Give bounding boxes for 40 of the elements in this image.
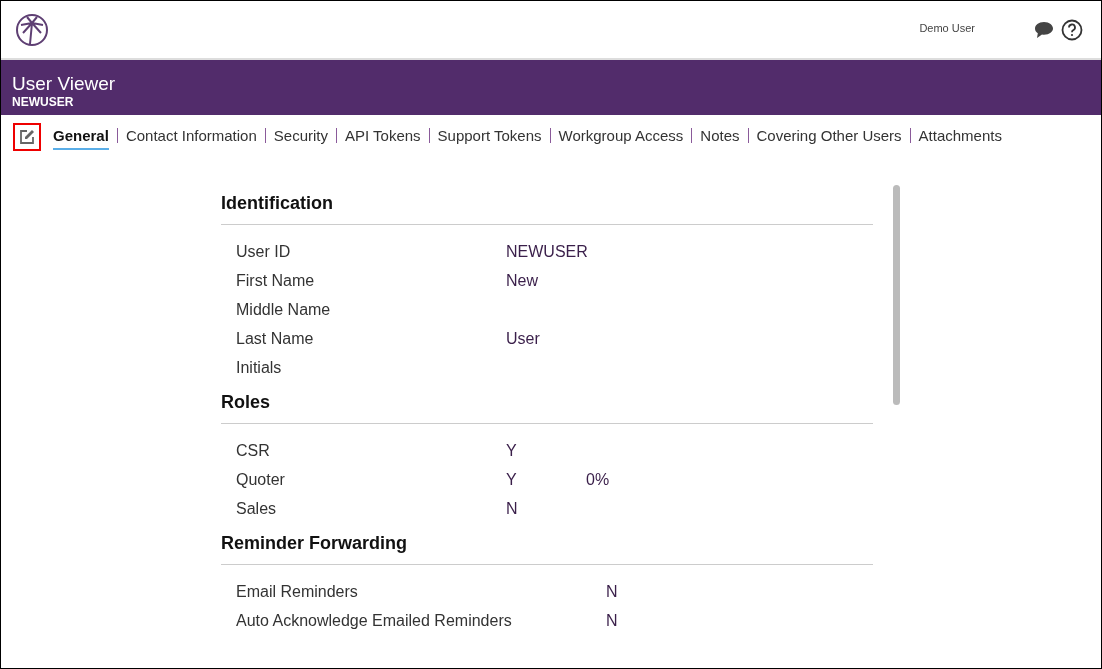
tab[interactable]: General <box>53 124 109 150</box>
tab[interactable]: Security <box>273 124 328 150</box>
field-label: Email Reminders <box>236 582 359 601</box>
field-value: New <box>506 271 539 290</box>
field-label: Last Name <box>236 329 315 348</box>
section-heading: Identification <box>221 183 873 225</box>
field-value: Y <box>506 470 518 489</box>
tab[interactable]: Attachments <box>918 124 1002 150</box>
edit-button[interactable] <box>13 123 41 151</box>
tab[interactable]: Notes <box>700 124 740 150</box>
tab[interactable]: Covering Other Users <box>756 124 902 150</box>
field-label: CSR <box>236 441 271 460</box>
field-value: 0% <box>586 470 611 489</box>
page-title: User Viewer <box>12 73 117 95</box>
field-value: NEWUSER <box>506 242 586 261</box>
tab[interactable]: API Tokens <box>344 124 421 150</box>
field-label: Auto Acknowledge Emailed Reminders <box>236 611 513 630</box>
field-value: N <box>506 499 519 518</box>
tab[interactable]: Support Tokens <box>437 124 542 150</box>
field-value: Y <box>506 441 518 460</box>
field-label: Middle Name <box>236 300 332 319</box>
help-icon[interactable] <box>1061 18 1083 41</box>
field-label: First Name <box>236 271 316 290</box>
user-name[interactable]: Demo User <box>919 21 975 34</box>
page-subtitle: NEWUSER <box>12 95 75 110</box>
field-label: Initials <box>236 358 283 377</box>
tab[interactable]: Workgroup Access <box>558 124 684 150</box>
field-label: Quoter <box>236 470 286 489</box>
field-label: Sales <box>236 499 278 518</box>
field-value: User <box>506 329 541 348</box>
scrollbar-thumb[interactable] <box>893 185 900 405</box>
field-value: N <box>606 611 619 630</box>
chat-bubble-icon[interactable] <box>1033 19 1055 40</box>
section-heading: Roles <box>221 382 873 424</box>
edit-icon <box>18 128 36 146</box>
field-value: N <box>606 582 619 601</box>
field-label: User ID <box>236 242 292 261</box>
section-heading: Reminder Forwarding <box>221 523 873 565</box>
palm-tree-logo <box>15 12 49 47</box>
tab[interactable]: Contact Information <box>125 124 257 150</box>
